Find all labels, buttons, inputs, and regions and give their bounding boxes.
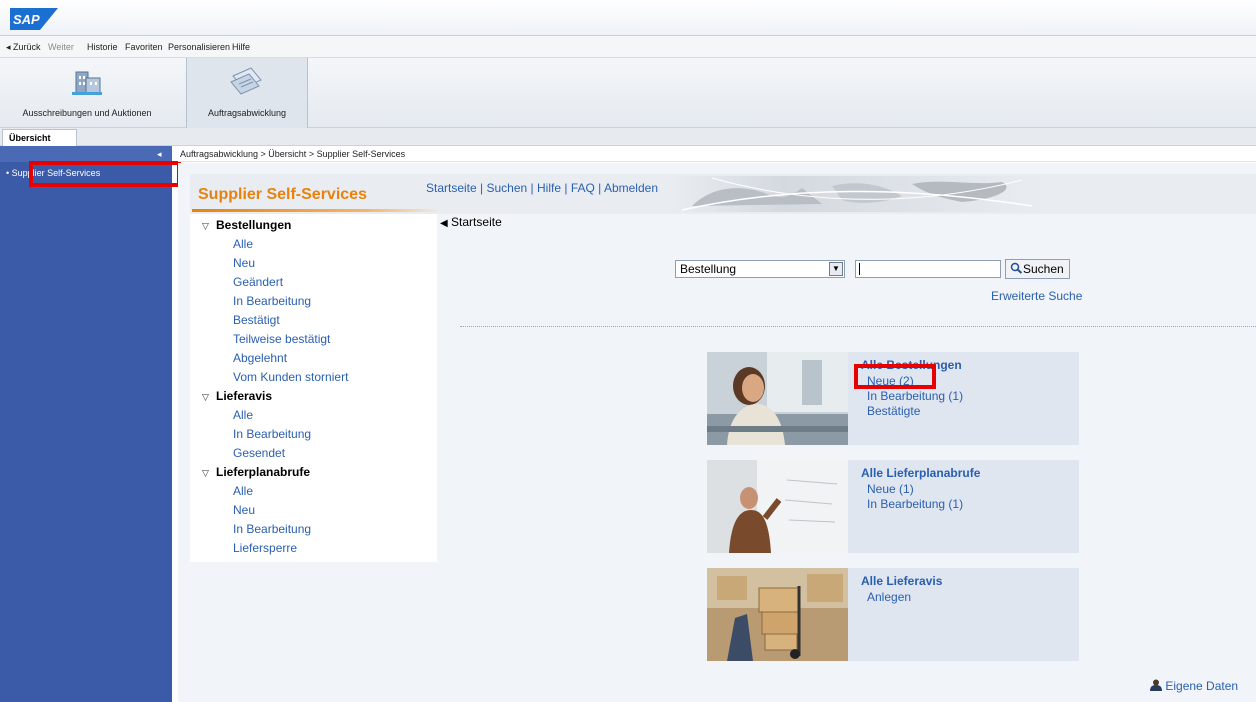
tree-item-vom-kunden-storniert[interactable]: Vom Kunden storniert bbox=[233, 370, 348, 384]
tree-item-abgelehnt[interactable]: Abgelehnt bbox=[233, 351, 287, 365]
building-icon bbox=[72, 71, 102, 95]
tree-item-bestaetigt[interactable]: Bestätigt bbox=[233, 313, 280, 327]
tree-item-in-bearbeitung[interactable]: In Bearbeitung bbox=[233, 294, 311, 308]
link-hilfe[interactable]: Hilfe bbox=[537, 181, 561, 195]
favorites-menu[interactable]: Favoriten bbox=[125, 42, 163, 52]
back-link[interactable]: ◂ Zurück bbox=[6, 42, 41, 53]
card-title-lieferplanabrufe[interactable]: Alle Lieferplanabrufe bbox=[861, 466, 980, 480]
tree-group-bestellungen[interactable]: ▽ Bestellungen bbox=[202, 218, 291, 232]
left-navigation: ◂ • Supplier Self-Services bbox=[0, 146, 172, 702]
search-input[interactable] bbox=[855, 260, 1001, 278]
workarea-auftragsabwicklung[interactable]: Auftragsabwicklung bbox=[186, 58, 308, 128]
tree-item-in-bearbeitung[interactable]: In Bearbeitung bbox=[233, 522, 311, 536]
link-highlight-box bbox=[854, 364, 936, 389]
warehouse-boxes-photo bbox=[707, 568, 848, 661]
card-link-in-bearbeitung[interactable]: In Bearbeitung (1) bbox=[867, 389, 963, 403]
card-link-anlegen[interactable]: Anlegen bbox=[867, 590, 911, 604]
work-area-bar: Ausschreibungen und Auktionen Auftragsab… bbox=[0, 58, 1256, 128]
tree-item-neu[interactable]: Neu bbox=[233, 503, 255, 517]
detail-tab-strip: Übersicht bbox=[0, 128, 1256, 146]
menu-bar: ◂ Zurück Weiter Historie Favoriten Perso… bbox=[0, 36, 1256, 58]
search-button-label: Suchen bbox=[1023, 262, 1064, 276]
history-menu[interactable]: Historie bbox=[87, 42, 118, 52]
link-separator: | bbox=[476, 181, 487, 195]
tree-item-neu[interactable]: Neu bbox=[233, 256, 255, 270]
woman-phone-photo bbox=[707, 352, 848, 445]
content-breadcrumb: ◀ Startseite bbox=[440, 215, 502, 229]
search-button[interactable]: Suchen bbox=[1005, 259, 1070, 279]
tree-group-lieferplanabrufe[interactable]: ▽ Lieferplanabrufe bbox=[202, 465, 310, 479]
left-nav-header: ◂ bbox=[0, 146, 172, 162]
card-link-bestaetigte[interactable]: Bestätigte bbox=[867, 404, 920, 418]
workarea-ausschreibungen-label: Ausschreibungen und Auktionen bbox=[22, 108, 152, 118]
link-separator: | bbox=[527, 181, 537, 195]
tree-group-label: Bestellungen bbox=[216, 218, 292, 232]
link-separator: | bbox=[561, 181, 571, 195]
search-type-value: Bestellung bbox=[680, 262, 737, 276]
expand-triangle-icon[interactable]: ▽ bbox=[202, 392, 216, 403]
tree-item-alle[interactable]: Alle bbox=[233, 408, 253, 422]
card-link-neue[interactable]: Neue (1) bbox=[867, 482, 914, 496]
sap-logo-text: SAP bbox=[13, 12, 40, 27]
expand-triangle-icon[interactable]: ▽ bbox=[202, 221, 216, 232]
personalize-menu[interactable]: Personalisieren bbox=[168, 42, 230, 52]
header-links: Startseite | Suchen | Hilfe | FAQ | Abme… bbox=[426, 181, 658, 195]
tree-item-alle[interactable]: Alle bbox=[233, 484, 253, 498]
top-bar: SAP bbox=[0, 0, 1256, 36]
sap-logo: SAP bbox=[10, 8, 58, 30]
world-map-banner bbox=[672, 176, 1044, 212]
search-type-select[interactable]: Bestellung ▼ bbox=[675, 260, 845, 278]
forward-link[interactable]: Weiter bbox=[48, 42, 74, 52]
title-underline bbox=[192, 209, 442, 212]
breadcrumb: Auftragsabwicklung > Übersicht > Supplie… bbox=[178, 146, 1256, 162]
tree-item-liefersperre[interactable]: Liefersperre bbox=[233, 541, 297, 555]
own-data-link[interactable]: Eigene Daten bbox=[1150, 679, 1238, 693]
page-title: Supplier Self-Services bbox=[198, 186, 367, 203]
chevron-down-icon[interactable]: ▼ bbox=[829, 262, 843, 276]
tree-item-gesendet[interactable]: Gesendet bbox=[233, 446, 285, 460]
link-startseite[interactable]: Startseite bbox=[426, 181, 477, 195]
workarea-ausschreibungen[interactable]: Ausschreibungen und Auktionen bbox=[6, 58, 168, 128]
link-separator: | bbox=[594, 181, 604, 195]
expand-triangle-icon[interactable]: ▽ bbox=[202, 468, 216, 479]
separator-line bbox=[460, 326, 1256, 327]
tree-item-alle[interactable]: Alle bbox=[233, 237, 253, 251]
documents-icon bbox=[230, 67, 262, 95]
back-triangle-icon[interactable]: ◀ bbox=[440, 218, 448, 229]
card-link-in-bearbeitung[interactable]: In Bearbeitung (1) bbox=[867, 497, 963, 511]
tree-group-label: Lieferplanabrufe bbox=[216, 465, 311, 479]
help-menu[interactable]: Hilfe bbox=[232, 42, 250, 52]
whiteboard-man-photo bbox=[707, 460, 848, 553]
tree-item-teilweise-bestaetigt[interactable]: Teilweise bestätigt bbox=[233, 332, 330, 346]
search-icon bbox=[1010, 262, 1023, 274]
startseite-label: Startseite bbox=[451, 215, 502, 229]
card-lieferavis: Alle Lieferavis Anlegen bbox=[707, 568, 1079, 661]
workarea-auftragsabwicklung-label: Auftragsabwicklung bbox=[207, 108, 287, 118]
card-title-lieferavis[interactable]: Alle Lieferavis bbox=[861, 574, 942, 588]
tree-item-in-bearbeitung[interactable]: In Bearbeitung bbox=[233, 427, 311, 441]
link-abmelden[interactable]: Abmelden bbox=[604, 181, 658, 195]
collapse-arrow-icon[interactable]: ◂ bbox=[157, 149, 162, 160]
link-suchen[interactable]: Suchen bbox=[487, 181, 528, 195]
link-faq[interactable]: FAQ bbox=[571, 181, 595, 195]
advanced-search-link[interactable]: Erweiterte Suche bbox=[991, 289, 1082, 303]
own-data-label: Eigene Daten bbox=[1165, 679, 1239, 693]
card-lieferplanabrufe: Alle Lieferplanabrufe Neue (1) In Bearbe… bbox=[707, 460, 1079, 553]
user-icon bbox=[1150, 679, 1162, 691]
sub-navigation-tree: ▽ Bestellungen Alle Neu Geändert In Bearb… bbox=[190, 214, 437, 562]
nav-highlight-box bbox=[29, 161, 181, 187]
tree-group-label: Lieferavis bbox=[216, 389, 273, 403]
tree-group-lieferavis[interactable]: ▽ Lieferavis bbox=[202, 389, 272, 403]
tab-uebersicht[interactable]: Übersicht bbox=[2, 129, 77, 146]
tree-item-geaendert[interactable]: Geändert bbox=[233, 275, 283, 289]
